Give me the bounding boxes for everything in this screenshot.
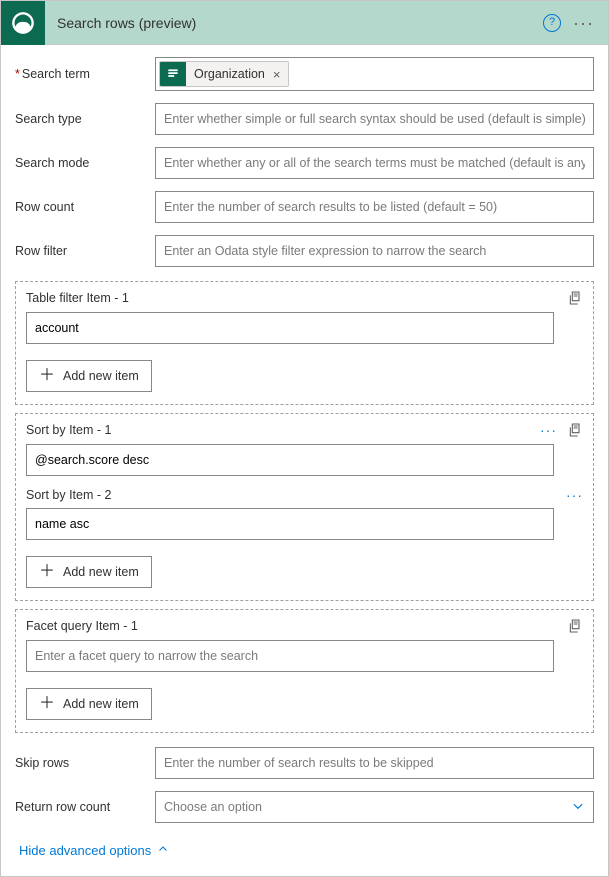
action-card: Search rows (preview) ? ··· Search term … — [0, 0, 609, 877]
card-menu-icon[interactable]: ··· — [573, 18, 594, 28]
connector-icon — [1, 1, 45, 45]
card-header: Search rows (preview) ? ··· — [1, 1, 608, 45]
add-button-label: Add new item — [63, 565, 139, 579]
sort-by-2-input[interactable] — [26, 508, 554, 540]
copy-icon[interactable] — [567, 290, 583, 306]
card-body: Search term Organization × Search type — [1, 45, 608, 876]
label-table-filter-1: Table filter Item - 1 — [26, 291, 129, 305]
header-actions: ? ··· — [543, 14, 608, 32]
label-search-type: Search type — [15, 112, 145, 126]
row-skip-rows: Skip rows — [15, 741, 594, 785]
sort-by-1-input[interactable] — [26, 444, 554, 476]
plus-icon: ＋ — [39, 696, 55, 712]
group-table-filter: Table filter Item - 1 ＋ Add new item — [15, 281, 594, 405]
select-value: Choose an option — [164, 800, 262, 814]
add-table-filter-button[interactable]: ＋ Add new item — [26, 360, 152, 392]
hide-advanced-link[interactable]: Hide advanced options — [19, 843, 169, 858]
label-facet-1: Facet query Item - 1 — [26, 619, 138, 633]
token-source-icon — [160, 61, 186, 87]
row-row-count: Row count — [15, 185, 594, 229]
group-sort-by: Sort by Item - 1 ··· Sort by Item - 2 ··… — [15, 413, 594, 601]
group-facet-query: Facet query Item - 1 ＋ Add new item — [15, 609, 594, 733]
copy-icon[interactable] — [567, 618, 583, 634]
add-button-label: Add new item — [63, 369, 139, 383]
add-button-label: Add new item — [63, 697, 139, 711]
row-search-type: Search type — [15, 97, 594, 141]
hide-advanced-label: Hide advanced options — [19, 843, 151, 858]
copy-icon[interactable] — [567, 422, 583, 438]
row-filter-input[interactable] — [155, 235, 594, 267]
row-search-mode: Search mode — [15, 141, 594, 185]
token-label: Organization — [186, 67, 273, 81]
item-menu-icon[interactable]: ··· — [566, 492, 583, 498]
search-mode-input[interactable] — [155, 147, 594, 179]
search-type-input[interactable] — [155, 103, 594, 135]
facet-1-input[interactable] — [26, 640, 554, 672]
chevron-down-icon — [571, 799, 585, 816]
label-sort-by-2: Sort by Item - 2 — [26, 488, 111, 502]
item-menu-icon[interactable]: ··· — [540, 427, 557, 433]
plus-icon: ＋ — [39, 564, 55, 580]
skip-rows-input[interactable] — [155, 747, 594, 779]
label-row-filter: Row filter — [15, 244, 145, 258]
dynamic-content-token[interactable]: Organization × — [159, 61, 289, 87]
label-search-mode: Search mode — [15, 156, 145, 170]
label-search-term: Search term — [15, 67, 145, 81]
label-return-row-count: Return row count — [15, 800, 145, 814]
label-skip-rows: Skip rows — [15, 756, 145, 770]
row-search-term: Search term Organization × — [15, 51, 594, 97]
plus-icon: ＋ — [39, 368, 55, 384]
row-row-filter: Row filter — [15, 229, 594, 273]
label-row-count: Row count — [15, 200, 145, 214]
add-facet-button[interactable]: ＋ Add new item — [26, 688, 152, 720]
help-icon[interactable]: ? — [543, 14, 561, 32]
search-term-input[interactable]: Organization × — [155, 57, 594, 91]
table-filter-1-input[interactable] — [26, 312, 554, 344]
card-title: Search rows (preview) — [45, 15, 543, 31]
row-return-row-count: Return row count Choose an option — [15, 785, 594, 829]
add-sort-by-button[interactable]: ＋ Add new item — [26, 556, 152, 588]
token-remove-icon[interactable]: × — [273, 67, 289, 82]
return-row-count-select[interactable]: Choose an option — [155, 791, 594, 823]
chevron-up-icon — [157, 843, 169, 858]
label-sort-by-1: Sort by Item - 1 — [26, 423, 111, 437]
row-count-input[interactable] — [155, 191, 594, 223]
